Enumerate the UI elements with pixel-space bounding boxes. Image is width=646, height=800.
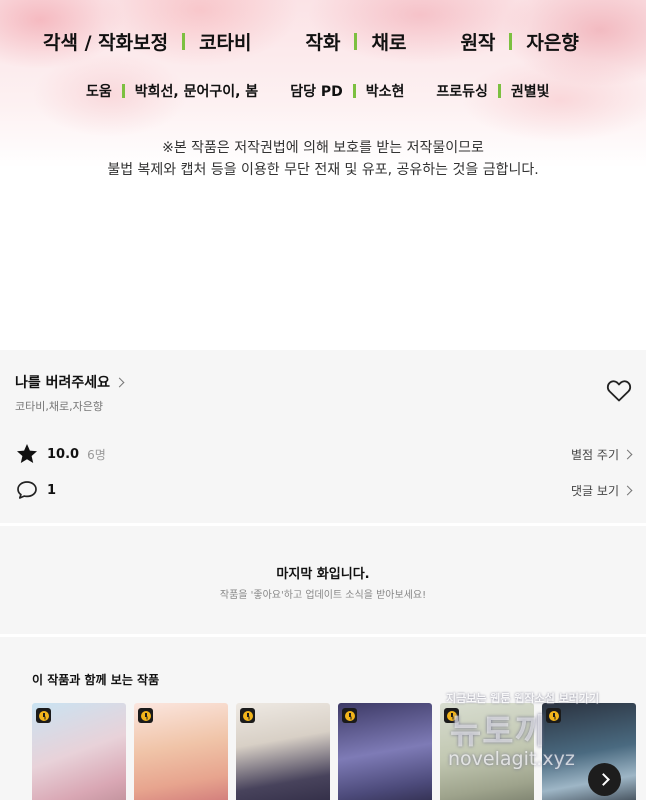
wait-free-clock-icon <box>546 708 561 723</box>
credit-role-art: 작화 <box>305 32 341 54</box>
view-comments-button[interactable]: 댓글 보기 <box>571 482 633 499</box>
credit-separator <box>509 33 513 50</box>
series-title: 나를 버려주세요 <box>15 375 111 391</box>
recommendations-carousel <box>32 703 646 800</box>
copyright-notice-line-1: ※본 작품은 저작권법에 의해 보호를 받는 저작물이므로 <box>162 140 484 156</box>
comment-bubble-icon <box>17 481 37 499</box>
carousel-next-button[interactable] <box>588 763 621 796</box>
recommendation-thumbnail[interactable] <box>32 703 126 800</box>
view-comments-label: 댓글 보기 <box>571 483 619 498</box>
credit-name-adaptation: 코타비 <box>199 32 252 54</box>
section-divider <box>0 634 646 637</box>
recommendations-title: 이 작품과 함께 보는 작품 <box>32 673 160 687</box>
rating-count: 6명 <box>87 447 106 462</box>
chevron-right-icon <box>596 773 610 786</box>
credit-separator <box>121 84 125 98</box>
recommendation-thumbnail[interactable] <box>134 703 228 800</box>
recommendation-thumbnail[interactable] <box>440 703 534 800</box>
section-divider <box>0 523 646 526</box>
credit-name-art: 채로 <box>371 32 407 54</box>
comment-count: 1 <box>47 482 57 498</box>
credit-separator <box>352 84 356 98</box>
copyright-notice-line-2: 불법 복제와 캡처 등을 이용한 무단 전재 및 유포, 공유하는 것을 금합니… <box>107 162 539 178</box>
comments-row: 1 댓글 보기 <box>15 478 633 502</box>
last-episode-subtitle: 작품을 '좋아요'하고 업데이트 소식을 받아보세요! <box>219 590 427 601</box>
recommendation-thumbnail[interactable] <box>236 703 330 800</box>
wait-free-clock-icon <box>342 708 357 723</box>
credit-role-producing: 프로듀싱 <box>436 84 488 100</box>
credits-row-1: 각색 / 작화보정 코타비 작화 채로 원작 자은향 <box>43 28 579 55</box>
rate-button[interactable]: 별점 주기 <box>571 446 633 463</box>
credit-name-pd: 박소현 <box>365 84 405 100</box>
series-title-link[interactable]: 나를 버려주세요 <box>15 372 125 392</box>
credit-separator <box>182 33 186 50</box>
wait-free-clock-icon <box>138 708 153 723</box>
credit-role-assist: 도움 <box>86 84 112 100</box>
credit-name-assist: 박희선, 문어구이, 봄 <box>134 84 259 100</box>
chevron-right-icon <box>622 449 633 459</box>
chevron-right-icon <box>114 377 125 387</box>
series-info-panel: 나를 버려주세요 코타비,채로,자은향 10.0 6명 별점 주기 1 댓글 보… <box>0 350 646 800</box>
credits-row-2: 도움 박희선, 문어구이, 봄 담당 PD 박소현 프로듀싱 권별빛 <box>86 81 550 101</box>
credits-banner: 각색 / 작화보정 코타비 작화 채로 원작 자은향 도움 박희선, 문어구이,… <box>0 0 646 350</box>
wait-free-clock-icon <box>444 708 459 723</box>
recommendation-thumbnail[interactable] <box>338 703 432 800</box>
copyright-notice: ※본 작품은 저작권법에 의해 보호를 받는 저작물이므로 불법 복제와 캡처 … <box>0 137 646 181</box>
chevron-right-icon <box>622 485 633 495</box>
last-episode-title: 마지막 화입니다. <box>276 567 370 582</box>
credit-separator <box>354 33 358 50</box>
rating-score: 10.0 <box>47 446 80 462</box>
rate-button-label: 별점 주기 <box>571 447 619 462</box>
star-icon <box>17 444 37 463</box>
credit-role-adaptation: 각색 / 작화보정 <box>43 32 169 54</box>
credit-role-pd: 담당 PD <box>290 84 343 100</box>
wait-free-clock-icon <box>36 708 51 723</box>
credit-separator <box>497 84 501 98</box>
credit-name-original: 자은향 <box>526 32 579 54</box>
series-authors: 코타비,채로,자은향 <box>15 400 103 413</box>
credit-role-original: 원작 <box>460 32 496 54</box>
rating-row: 10.0 6명 별점 주기 <box>15 442 633 466</box>
credit-name-producing: 권별빛 <box>510 84 550 100</box>
heart-icon[interactable] <box>606 379 632 403</box>
wait-free-clock-icon <box>240 708 255 723</box>
